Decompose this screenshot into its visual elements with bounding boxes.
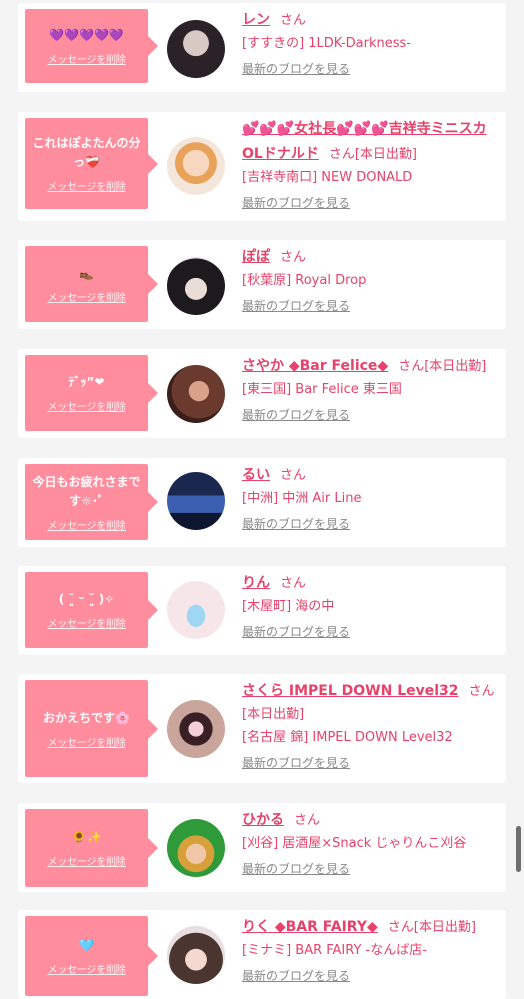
avatar[interactable] bbox=[167, 472, 225, 530]
message-bubble: 💜💜💜💜💜 メッセージを削除 bbox=[25, 9, 158, 83]
message-text: 💜💜💜💜💜 bbox=[49, 28, 124, 42]
message-card: 💜💜💜💜💜 メッセージを削除 レン さん [すすきの] 1LDK-Darkness… bbox=[18, 3, 506, 92]
scrollbar[interactable] bbox=[516, 826, 521, 872]
message-text: 今日もお疲れさまです☼･ﾟ bbox=[32, 474, 141, 508]
honorific-label: さん bbox=[280, 250, 307, 265]
today-working-label: [本日出勤] bbox=[413, 920, 476, 935]
avatar[interactable] bbox=[167, 700, 225, 758]
shop-name: [秋葉原] Royal Drop bbox=[242, 273, 367, 288]
delete-message-link[interactable]: メッセージを削除 bbox=[47, 289, 125, 304]
today-working-label: [本日出勤] bbox=[354, 147, 417, 162]
avatar[interactable] bbox=[167, 137, 225, 195]
honorific-label: さん bbox=[280, 468, 307, 483]
message-bubble: 👞 メッセージを削除 bbox=[25, 246, 158, 322]
cast-name-link[interactable]: ぽぽ bbox=[242, 249, 270, 265]
message-text: ( ˘͈ ᵕ ˘͈ )✧ bbox=[58, 592, 115, 606]
shop-name: [木屋町] 海の中 bbox=[242, 599, 335, 614]
honorific-label: さん bbox=[398, 359, 425, 374]
delete-message-link[interactable]: メッセージを削除 bbox=[47, 517, 125, 532]
message-card: ﾃﾞｯ”❤︎ メッセージを削除 さやか ◆Bar Felice◆ さん[本日出勤]… bbox=[18, 349, 506, 438]
shop-name: [すすきの] 1LDK-Darkness- bbox=[242, 36, 411, 51]
cast-info: さやか ◆Bar Felice◆ さん[本日出勤] [東三国] Bar Felic… bbox=[242, 353, 504, 427]
message-bubble: 🌻✨ メッセージを削除 bbox=[25, 809, 158, 887]
cast-name-link[interactable]: さくら IMPEL DOWN Level32 bbox=[242, 683, 459, 699]
message-bubble: 今日もお疲れさまです☼･ﾟ メッセージを削除 bbox=[25, 464, 158, 540]
latest-blog-link[interactable]: 最新のブログを見る bbox=[242, 621, 350, 644]
honorific-label: さん bbox=[294, 813, 321, 828]
message-text: 🩵 bbox=[79, 938, 94, 952]
honorific-label: さん bbox=[280, 576, 307, 591]
today-working-label: [本日出勤] bbox=[242, 707, 305, 722]
cast-name-link[interactable]: ひかる bbox=[242, 812, 284, 828]
latest-blog-link[interactable]: 最新のブログを見る bbox=[242, 58, 350, 81]
latest-blog-link[interactable]: 最新のブログを見る bbox=[242, 513, 350, 536]
avatar[interactable] bbox=[167, 819, 225, 877]
avatar[interactable] bbox=[167, 926, 225, 984]
message-text: これはぽよたんの分っ❤️‍🩹 bbox=[32, 136, 141, 169]
cast-info: レン さん [すすきの] 1LDK-Darkness- 最新のブログを見る bbox=[242, 7, 504, 81]
avatar[interactable] bbox=[167, 20, 225, 78]
cast-info: さくら IMPEL DOWN Level32 さん [本日出勤] [名古屋 錦] … bbox=[242, 678, 504, 775]
message-bubble: 🩵 メッセージを削除 bbox=[25, 916, 158, 996]
cast-name-link[interactable]: りん bbox=[242, 575, 270, 591]
message-bubble: ﾃﾞｯ”❤︎ メッセージを削除 bbox=[25, 355, 158, 431]
shop-name: [中洲] 中洲 Air Line bbox=[242, 491, 362, 506]
cast-info: ひかる さん [刈谷] 居酒屋×Snack じゃりんこ刈谷 最新のブログを見る bbox=[242, 807, 504, 881]
avatar[interactable] bbox=[167, 365, 225, 423]
message-card: ( ˘͈ ᵕ ˘͈ )✧ メッセージを削除 りん さん [木屋町] 海の中 最新の… bbox=[18, 566, 506, 655]
message-text: ﾃﾞｯ”❤︎ bbox=[68, 375, 105, 389]
shop-name: [東三国] Bar Felice 東三国 bbox=[242, 382, 402, 397]
cast-info: ぽぽ さん [秋葉原] Royal Drop 最新のブログを見る bbox=[242, 244, 504, 318]
message-text: おかえちです🌸 bbox=[43, 710, 130, 725]
cast-name-link[interactable]: るい bbox=[242, 467, 270, 483]
latest-blog-link[interactable]: 最新のブログを見る bbox=[242, 295, 350, 318]
message-card: 🩵 メッセージを削除 りく ◆BAR FAIRY◆ さん[本日出勤] [ミナミ] … bbox=[18, 910, 506, 999]
message-bubble: ( ˘͈ ᵕ ˘͈ )✧ メッセージを削除 bbox=[25, 572, 158, 648]
message-card: おかえちです🌸 メッセージを削除 さくら IMPEL DOWN Level32 さ… bbox=[18, 674, 506, 783]
honorific-label: さん bbox=[387, 920, 414, 935]
delete-message-link[interactable]: メッセージを削除 bbox=[47, 398, 125, 413]
delete-message-link[interactable]: メッセージを削除 bbox=[47, 51, 125, 66]
cast-name-link[interactable]: りく ◆BAR FAIRY◆ bbox=[242, 919, 378, 935]
message-card: 今日もお疲れさまです☼･ﾟ メッセージを削除 るい さん [中洲] 中洲 Air … bbox=[18, 458, 506, 547]
shop-name: [刈谷] 居酒屋×Snack じゃりんこ刈谷 bbox=[242, 836, 467, 851]
honorific-label: さん bbox=[328, 147, 355, 162]
honorific-label: さん bbox=[468, 684, 495, 699]
latest-blog-link[interactable]: 最新のブログを見る bbox=[242, 752, 350, 775]
message-card: 🌻✨ メッセージを削除 ひかる さん [刈谷] 居酒屋×Snack じゃりんこ刈谷… bbox=[18, 803, 506, 892]
delete-message-link[interactable]: メッセージを削除 bbox=[47, 615, 125, 630]
shop-name: [名古屋 錦] IMPEL DOWN Level32 bbox=[242, 730, 453, 745]
avatar[interactable] bbox=[167, 581, 225, 639]
message-text: 👞 bbox=[79, 266, 94, 280]
cast-info: りん さん [木屋町] 海の中 最新のブログを見る bbox=[242, 570, 504, 644]
avatar[interactable] bbox=[167, 257, 225, 315]
message-text: 🌻✨ bbox=[71, 830, 102, 844]
message-bubble: おかえちです🌸 メッセージを削除 bbox=[25, 680, 158, 777]
cast-info: るい さん [中洲] 中洲 Air Line 最新のブログを見る bbox=[242, 462, 504, 536]
latest-blog-link[interactable]: 最新のブログを見る bbox=[242, 858, 350, 881]
message-card: 👞 メッセージを削除 ぽぽ さん [秋葉原] Royal Drop 最新のブログを… bbox=[18, 240, 506, 329]
cast-info: 💕💕💕女社長💕💕💕吉祥寺ミニスカOLドナルド さん[本日出勤] [吉祥寺南口] N… bbox=[242, 116, 504, 215]
shop-name: [ミナミ] BAR FAIRY -なんば店- bbox=[242, 943, 427, 958]
latest-blog-link[interactable]: 最新のブログを見る bbox=[242, 192, 350, 215]
delete-message-link[interactable]: メッセージを削除 bbox=[47, 853, 125, 868]
honorific-label: さん bbox=[280, 13, 307, 28]
delete-message-link[interactable]: メッセージを削除 bbox=[47, 961, 125, 976]
message-card: これはぽよたんの分っ❤️‍🩹 メッセージを削除 💕💕💕女社長💕💕💕吉祥寺ミニスカ… bbox=[18, 112, 506, 221]
message-bubble: これはぽよたんの分っ❤️‍🩹 メッセージを削除 bbox=[25, 118, 158, 209]
cast-info: りく ◆BAR FAIRY◆ さん[本日出勤] [ミナミ] BAR FAIRY -… bbox=[242, 914, 504, 988]
cast-name-link[interactable]: レン bbox=[242, 12, 270, 28]
delete-message-link[interactable]: メッセージを削除 bbox=[47, 178, 125, 193]
shop-name: [吉祥寺南口] NEW DONALD bbox=[242, 170, 413, 185]
today-working-label: [本日出勤] bbox=[424, 359, 487, 374]
latest-blog-link[interactable]: 最新のブログを見る bbox=[242, 965, 350, 988]
delete-message-link[interactable]: メッセージを削除 bbox=[47, 734, 125, 749]
cast-name-link[interactable]: さやか ◆Bar Felice◆ bbox=[242, 358, 388, 374]
latest-blog-link[interactable]: 最新のブログを見る bbox=[242, 404, 350, 427]
